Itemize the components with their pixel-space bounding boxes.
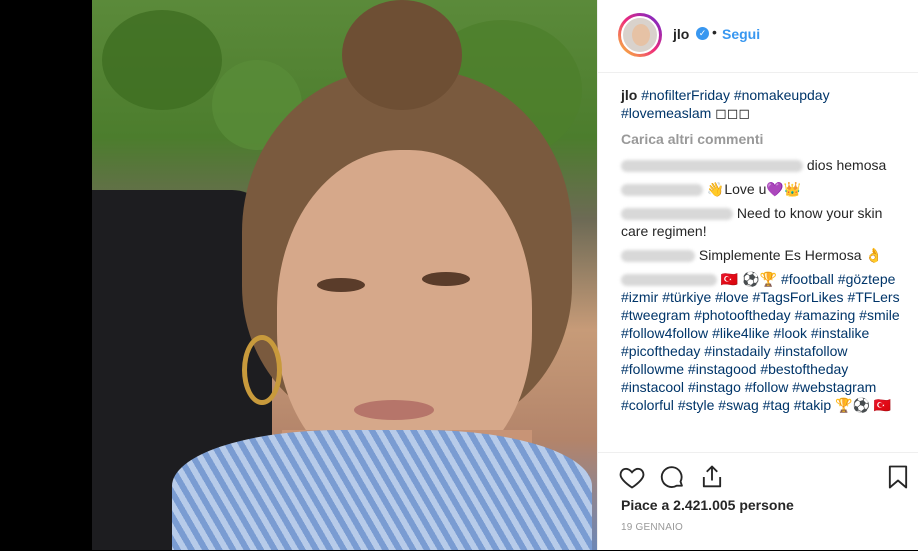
hashtag-link[interactable]: #photooftheday xyxy=(694,307,791,323)
comment-text: 🇹🇷 ⚽🏆 xyxy=(720,271,778,287)
comment-item: Need to know your skin care regimen! xyxy=(621,204,906,240)
hashtag-link[interactable]: #follow4follow xyxy=(621,325,708,341)
username[interactable]: jlo xyxy=(673,26,689,42)
blurred-username[interactable] xyxy=(621,208,733,221)
caption-tail: ◻◻◻ xyxy=(715,105,751,121)
post-date[interactable]: 19 GENNAIO xyxy=(621,522,683,533)
hashtag-link[interactable]: #tag xyxy=(763,397,790,413)
post-actions: Piace a 2.421.005 persone 19 GENNAIO xyxy=(598,452,918,551)
post-sidebar: jlo ✓ • Segui jlo #nofilterFriday #nomak… xyxy=(597,0,918,550)
hashtag-link[interactable]: #style xyxy=(678,397,715,413)
load-more-comments[interactable]: Carica altri commenti xyxy=(621,130,906,148)
bookmark-icon[interactable] xyxy=(884,463,912,491)
hashtag-link[interactable]: #nomakeupday xyxy=(734,87,830,103)
likes-count[interactable]: Piace a 2.421.005 persone xyxy=(621,497,794,513)
comment-text: 👋Love u💜👑 xyxy=(706,181,802,197)
comment-item: 🇹🇷 ⚽🏆 #football #göztepe #izmir #türkiye… xyxy=(621,270,906,414)
hashtag-link[interactable]: #izmir xyxy=(621,289,658,305)
hashtag-link[interactable]: #colorful xyxy=(621,397,674,413)
post-photo[interactable] xyxy=(0,0,597,550)
blurred-username[interactable] xyxy=(621,274,717,287)
hashtag-link[interactable]: #love xyxy=(715,289,748,305)
hashtag-link[interactable]: #bestoftheday xyxy=(760,361,848,377)
verified-badge-icon: ✓ xyxy=(696,27,709,40)
separator-dot: • xyxy=(712,24,717,40)
comment-text: Simplemente Es Hermosa 👌 xyxy=(698,247,883,263)
hashtag-link[interactable]: #TagsForLikes xyxy=(753,289,844,305)
avatar[interactable] xyxy=(618,13,662,57)
comment-emoji-tail: 🏆⚽ 🇹🇷 xyxy=(835,397,892,413)
hashtag-link[interactable]: #follow xyxy=(745,379,789,395)
hashtag-link[interactable]: #instagood xyxy=(688,361,757,377)
hashtag-link[interactable]: #football xyxy=(781,271,834,287)
hashtag-link[interactable]: #takip xyxy=(794,397,831,413)
caption: jlo #nofilterFriday #nomakeupday #loveme… xyxy=(621,86,906,122)
comment-item: 👋Love u💜👑 xyxy=(621,180,906,198)
hashtag-link[interactable]: #instalike xyxy=(811,325,869,341)
comment-text: dios hemosa xyxy=(806,157,887,173)
heart-icon[interactable] xyxy=(618,463,646,491)
post-image[interactable] xyxy=(92,0,597,550)
hashtag-link[interactable]: #türkiye xyxy=(662,289,711,305)
hashtag-link[interactable]: #TFLers xyxy=(847,289,899,305)
hashtag-link[interactable]: #lovemeaslam xyxy=(621,105,711,121)
hashtag-link[interactable]: #webstagram xyxy=(792,379,876,395)
hashtag-link[interactable]: #nofilterFriday xyxy=(641,87,730,103)
hashtag-link[interactable]: #instacool xyxy=(621,379,684,395)
hashtag-link[interactable]: #göztepe xyxy=(838,271,896,287)
caption-username[interactable]: jlo xyxy=(621,87,637,103)
share-icon[interactable] xyxy=(698,463,726,491)
hashtag-link[interactable]: #amazing xyxy=(795,307,856,323)
hashtag-link[interactable]: #instadaily xyxy=(704,343,770,359)
hashtag-link[interactable]: #picoftheday xyxy=(621,343,700,359)
post-header: jlo ✓ • Segui xyxy=(598,0,918,73)
hashtag-link[interactable]: #followme xyxy=(621,361,684,377)
hashtag-link[interactable]: #instago xyxy=(688,379,741,395)
hashtag-link[interactable]: #tweegram xyxy=(621,307,690,323)
blurred-username[interactable] xyxy=(621,184,703,197)
hashtag-link[interactable]: #look xyxy=(774,325,807,341)
blurred-username[interactable] xyxy=(621,160,803,173)
hashtag-link[interactable]: #smile xyxy=(859,307,899,323)
follow-button[interactable]: Segui xyxy=(722,26,760,42)
comment-item: Simplemente Es Hermosa 👌 xyxy=(621,246,906,264)
comment-icon[interactable] xyxy=(658,463,686,491)
hashtag-link[interactable]: #instafollow xyxy=(774,343,847,359)
hashtag-link[interactable]: #swag xyxy=(718,397,758,413)
blurred-username[interactable] xyxy=(621,250,695,263)
comment-item: dios hemosa xyxy=(621,156,906,174)
hashtag-link[interactable]: #like4like xyxy=(712,325,770,341)
comments-list: jlo #nofilterFriday #nomakeupday #loveme… xyxy=(621,86,906,420)
